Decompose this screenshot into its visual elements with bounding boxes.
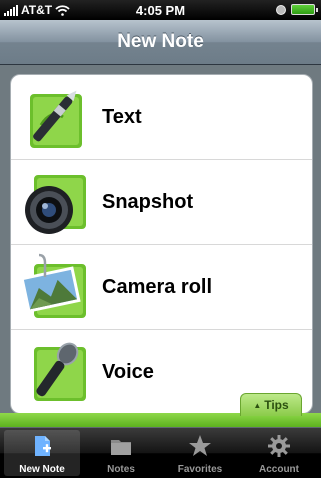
clock: 4:05 PM — [135, 3, 186, 18]
option-label: Camera roll — [102, 276, 213, 298]
tab-notes[interactable]: Notes — [83, 430, 159, 476]
tab-label: Notes — [107, 464, 135, 475]
tab-new-note[interactable]: New Note — [4, 430, 80, 476]
camera-icon — [25, 173, 88, 234]
option-snapshot[interactable]: Snapshot — [11, 160, 312, 245]
new-note-icon — [35, 436, 51, 456]
option-text[interactable]: Text — [11, 75, 312, 160]
tab-label: Account — [259, 464, 299, 475]
gear-icon — [268, 435, 290, 457]
pen-icon — [28, 90, 84, 150]
tab-favorites[interactable]: Favorites — [162, 430, 238, 476]
status-bar: AT&T 4:05 PM — [0, 0, 321, 20]
option-label: Snapshot — [102, 191, 194, 213]
nav-bar: New Note — [0, 20, 321, 65]
option-camera-roll[interactable]: Camera roll — [11, 245, 312, 330]
option-label: Voice — [102, 361, 154, 383]
content-area: Text Snapshot Camera roll Voice — [0, 65, 321, 427]
battery-icon — [291, 4, 318, 15]
tab-account[interactable]: Account — [241, 430, 317, 476]
option-label: Text — [102, 106, 142, 128]
tab-label: New Note — [19, 464, 65, 475]
photo-icon — [20, 253, 88, 320]
new-note-options-list: Text Snapshot Camera roll Voice — [10, 74, 313, 414]
orientation-lock-icon — [276, 4, 286, 15]
caret-up-icon: ▲ — [253, 400, 262, 410]
tab-label: Favorites — [177, 464, 223, 475]
page-title: New Note — [117, 31, 204, 52]
microphone-icon — [32, 342, 88, 403]
folder-icon — [111, 440, 131, 455]
tips-label: Tips — [264, 398, 289, 412]
tab-bar: New Note Notes Favorites Account — [0, 428, 321, 478]
star-icon — [189, 435, 211, 456]
tips-button[interactable]: ▲ Tips — [240, 393, 302, 416]
